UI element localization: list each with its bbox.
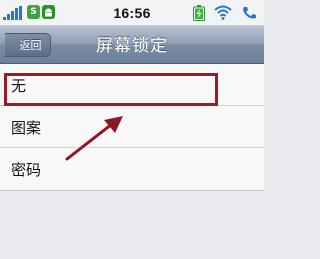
list-item-password[interactable]: 密码 xyxy=(0,148,264,190)
list-item-label: 密码 xyxy=(11,161,42,179)
wifi-icon xyxy=(214,5,232,20)
page-title: 屏幕锁定 xyxy=(96,36,168,56)
list-item-pattern[interactable]: 图案 xyxy=(0,106,264,148)
lock-option-list: 无 图案 密码 xyxy=(0,64,264,191)
list-item-none[interactable]: 无 xyxy=(0,64,264,106)
status-bar: S 16:56 xyxy=(0,0,264,26)
battery-charging-icon xyxy=(193,5,205,21)
list-item-label: 无 xyxy=(11,77,27,95)
phone-icon xyxy=(243,7,256,19)
list-item-label: 图案 xyxy=(11,119,42,137)
